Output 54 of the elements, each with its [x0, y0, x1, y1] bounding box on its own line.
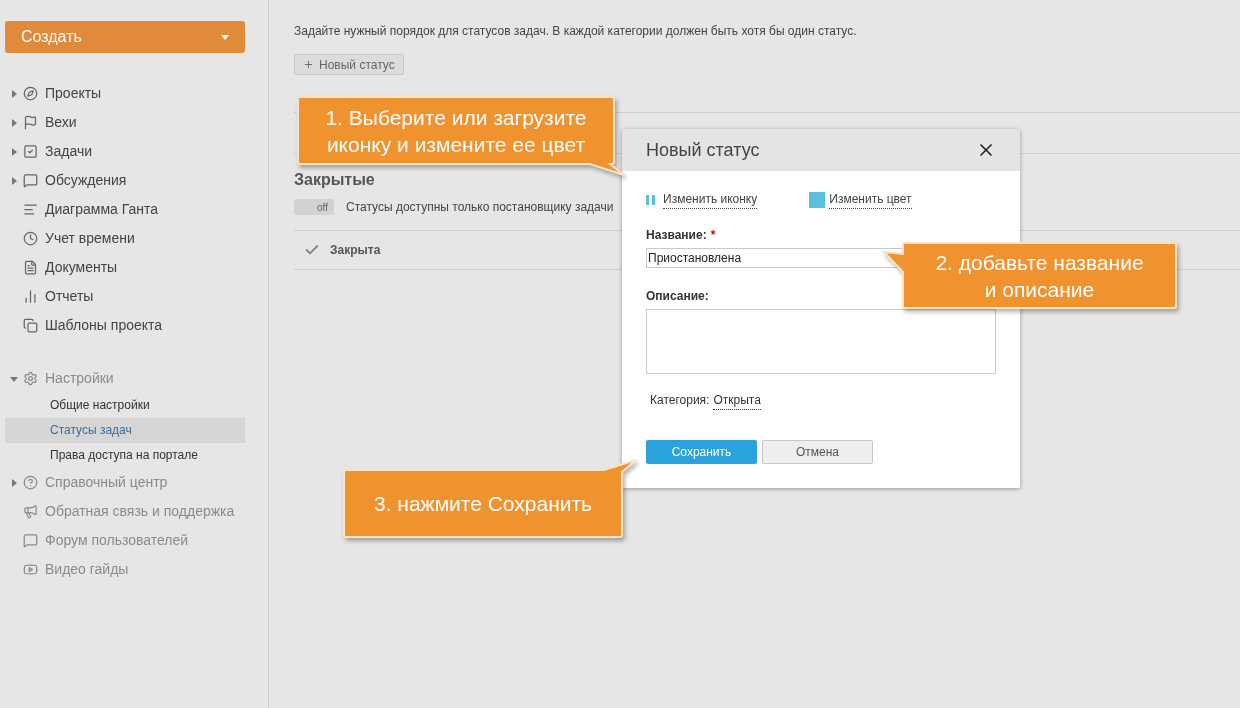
- intro-text: Задайте нужный порядок для статусов задач. В каждой категории должен быть хотя бы один статус.: [294, 23, 858, 40]
- caret-icon[interactable]: [10, 118, 18, 127]
- flag-icon: [23, 115, 38, 130]
- change-color-link[interactable]: Изменить цвет: [829, 190, 912, 209]
- category-link[interactable]: Открыта: [713, 391, 761, 410]
- caret-icon[interactable]: [10, 374, 18, 383]
- dialog-title: Новый статус: [646, 138, 760, 162]
- plus-icon: [303, 59, 314, 70]
- sidebar-item[interactable]: Отчеты: [45, 286, 94, 307]
- gear-icon: [23, 371, 38, 386]
- sidebar-item[interactable]: Диаграмма Ганта: [45, 199, 159, 220]
- sidebar-item[interactable]: Документы: [45, 257, 118, 278]
- lines-icon: [23, 202, 38, 217]
- caret-icon[interactable]: [10, 478, 18, 487]
- copy-icon: [23, 318, 38, 333]
- bar-chart-icon: [23, 289, 38, 304]
- question-icon: [23, 475, 38, 490]
- required-mark: *: [710, 227, 716, 244]
- sidebar-subitem[interactable]: Права доступа на портале: [5, 443, 245, 468]
- new-status-button[interactable]: Новый статус: [294, 54, 404, 75]
- description-field[interactable]: [646, 309, 996, 374]
- color-swatch[interactable]: [809, 191, 826, 208]
- change-icon-link[interactable]: Изменить иконку: [663, 190, 758, 209]
- field-label: Название:: [646, 227, 707, 244]
- speech-bubble-icon: [23, 533, 38, 548]
- callout-text: 1. Выберите или загрузите иконку и измените ее цвет: [324, 104, 588, 158]
- cancel-button[interactable]: Отмена: [762, 440, 873, 464]
- toggle-switch[interactable]: off: [294, 199, 334, 215]
- status-name: Закрыта: [330, 242, 381, 259]
- speech-bubble-icon: [23, 173, 38, 188]
- caret-icon[interactable]: [10, 176, 18, 185]
- caret-icon: [221, 34, 229, 40]
- caret-icon[interactable]: [10, 147, 18, 156]
- document-icon: [23, 260, 38, 275]
- category-label: Категория:: [650, 392, 710, 409]
- checkbox-icon: [23, 144, 38, 159]
- megaphone-icon: [23, 504, 38, 519]
- field-label: Описание:: [646, 288, 709, 305]
- compass-icon: [23, 86, 38, 101]
- sidebar-item[interactable]: Задачи: [45, 141, 92, 162]
- toggle-label: Статусы доступны только постановщику задачи: [346, 199, 614, 216]
- sidebar-subitem[interactable]: Общие настройки: [5, 393, 245, 418]
- section-heading: Закрытые: [294, 170, 375, 190]
- sidebar-item[interactable]: Шаблоны проекта: [45, 315, 163, 336]
- play-icon: [23, 562, 38, 577]
- sidebar-item[interactable]: Обсуждения: [45, 170, 127, 191]
- sidebar-item[interactable]: Учет времени: [45, 228, 135, 249]
- sidebar-item[interactable]: Проекты: [45, 83, 102, 104]
- sidebar-item[interactable]: Вехи: [45, 112, 77, 133]
- sidebar-subitem[interactable]: Статусы задач: [5, 418, 245, 443]
- callout-text: 3. нажмите Сохранить: [373, 491, 593, 517]
- caret-icon[interactable]: [10, 89, 18, 98]
- clock-icon: [23, 231, 38, 246]
- pause-icon: [646, 194, 655, 205]
